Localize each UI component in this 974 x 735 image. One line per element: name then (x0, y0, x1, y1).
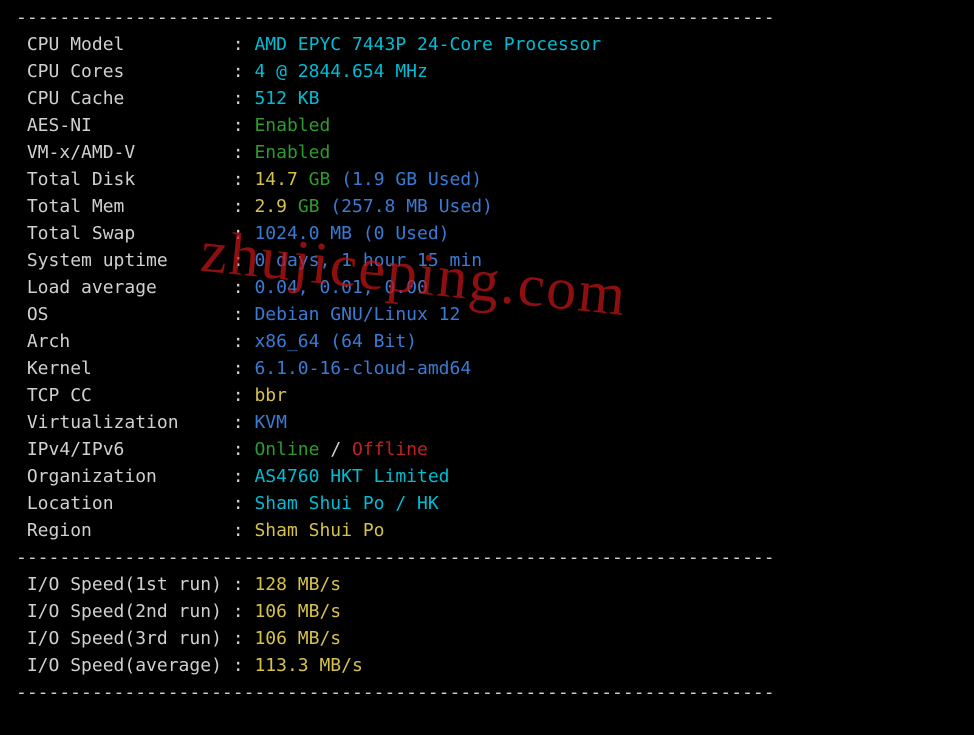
label-cpu-cores: CPU Cores (27, 61, 125, 82)
value-kernel: 6.1.0-16-cloud-amd64 (254, 358, 471, 379)
label-io-1: I/O Speed(1st run) (27, 574, 222, 595)
value-io-2: 106 MB/s (254, 601, 341, 622)
label-os: OS (27, 304, 49, 325)
value-mem-num: 2.9 (254, 196, 287, 217)
label-aes-ni: AES-NI (27, 115, 92, 136)
value-arch: x86_64 (64 Bit) (254, 331, 417, 352)
watermark-text: zhujiceping.com (200, 238, 629, 310)
label-org: Organization (27, 466, 157, 487)
label-total-disk: Total Disk (27, 169, 135, 190)
label-kernel: Kernel (27, 358, 92, 379)
label-virt: Virtualization (27, 412, 179, 433)
label-total-mem: Total Mem (27, 196, 125, 217)
value-ipv4: Online (254, 439, 319, 460)
value-location: Sham Shui Po / HK (254, 493, 438, 514)
label-total-swap: Total Swap (27, 223, 135, 244)
label-load: Load average (27, 277, 157, 298)
value-load: 0.04, 0.01, 0.00 (254, 277, 427, 298)
value-io-1: 128 MB/s (254, 574, 341, 595)
value-mem-used: (257.8 MB Used) (330, 196, 493, 217)
value-aes-ni: Enabled (254, 115, 330, 136)
value-disk-num: 14.7 (254, 169, 297, 190)
terminal-output: ----------------------------------------… (0, 0, 974, 710)
value-tcpcc: bbr (254, 385, 287, 406)
label-cpu-model: CPU Model (27, 34, 125, 55)
value-vmx: Enabled (254, 142, 330, 163)
divider-mid: ----------------------------------------… (16, 547, 775, 568)
value-io-avg: 113.3 MB/s (254, 655, 362, 676)
label-io-avg: I/O Speed(average) (27, 655, 222, 676)
value-uptime: 0 days, 1 hour 15 min (254, 250, 482, 271)
value-virt: KVM (254, 412, 287, 433)
value-io-3: 106 MB/s (254, 628, 341, 649)
label-ipv: IPv4/IPv6 (27, 439, 125, 460)
label-cpu-cache: CPU Cache (27, 88, 125, 109)
divider-bot: ----------------------------------------… (16, 682, 775, 703)
value-mem-unit: GB (298, 196, 320, 217)
label-arch: Arch (27, 331, 70, 352)
value-disk-unit: GB (309, 169, 331, 190)
label-tcpcc: TCP CC (27, 385, 92, 406)
value-region: Sham Shui Po (254, 520, 384, 541)
divider-top: ----------------------------------------… (16, 7, 775, 28)
value-os: Debian GNU/Linux 12 (254, 304, 460, 325)
value-disk-used: (1.9 GB Used) (341, 169, 482, 190)
value-swap: 1024.0 MB (0 Used) (254, 223, 449, 244)
label-io-2: I/O Speed(2nd run) (27, 601, 222, 622)
value-cpu-cache: 512 KB (254, 88, 319, 109)
label-vmx: VM-x/AMD-V (27, 142, 135, 163)
label-io-3: I/O Speed(3rd run) (27, 628, 222, 649)
value-ipv6: Offline (352, 439, 428, 460)
value-cpu-model: AMD EPYC 7443P 24-Core Processor (254, 34, 601, 55)
label-region: Region (27, 520, 92, 541)
value-org: AS4760 HKT Limited (254, 466, 449, 487)
label-location: Location (27, 493, 114, 514)
label-uptime: System uptime (27, 250, 168, 271)
value-cpu-cores: 4 @ 2844.654 MHz (254, 61, 427, 82)
